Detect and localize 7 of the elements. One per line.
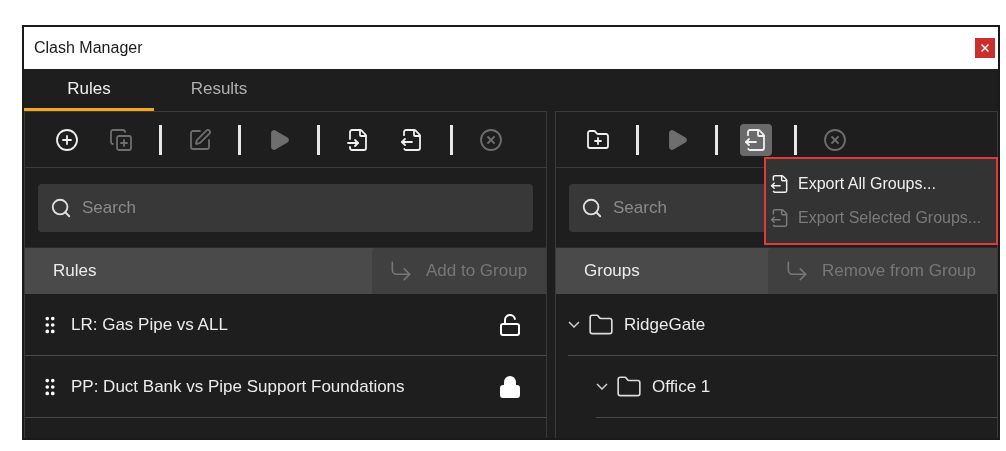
- rule-name: LR: Gas Pipe vs ALL: [71, 313, 229, 336]
- rule-name: PP: Duct Bank vs Pipe Support Foundations: [71, 375, 406, 398]
- panel-header-label: Rules: [52, 260, 98, 283]
- group-name: Office 1: [652, 375, 711, 398]
- group-name: RidgeGate: [624, 313, 706, 336]
- panel-header-label: Groups: [583, 260, 641, 283]
- window-title: Clash Manager: [34, 38, 143, 58]
